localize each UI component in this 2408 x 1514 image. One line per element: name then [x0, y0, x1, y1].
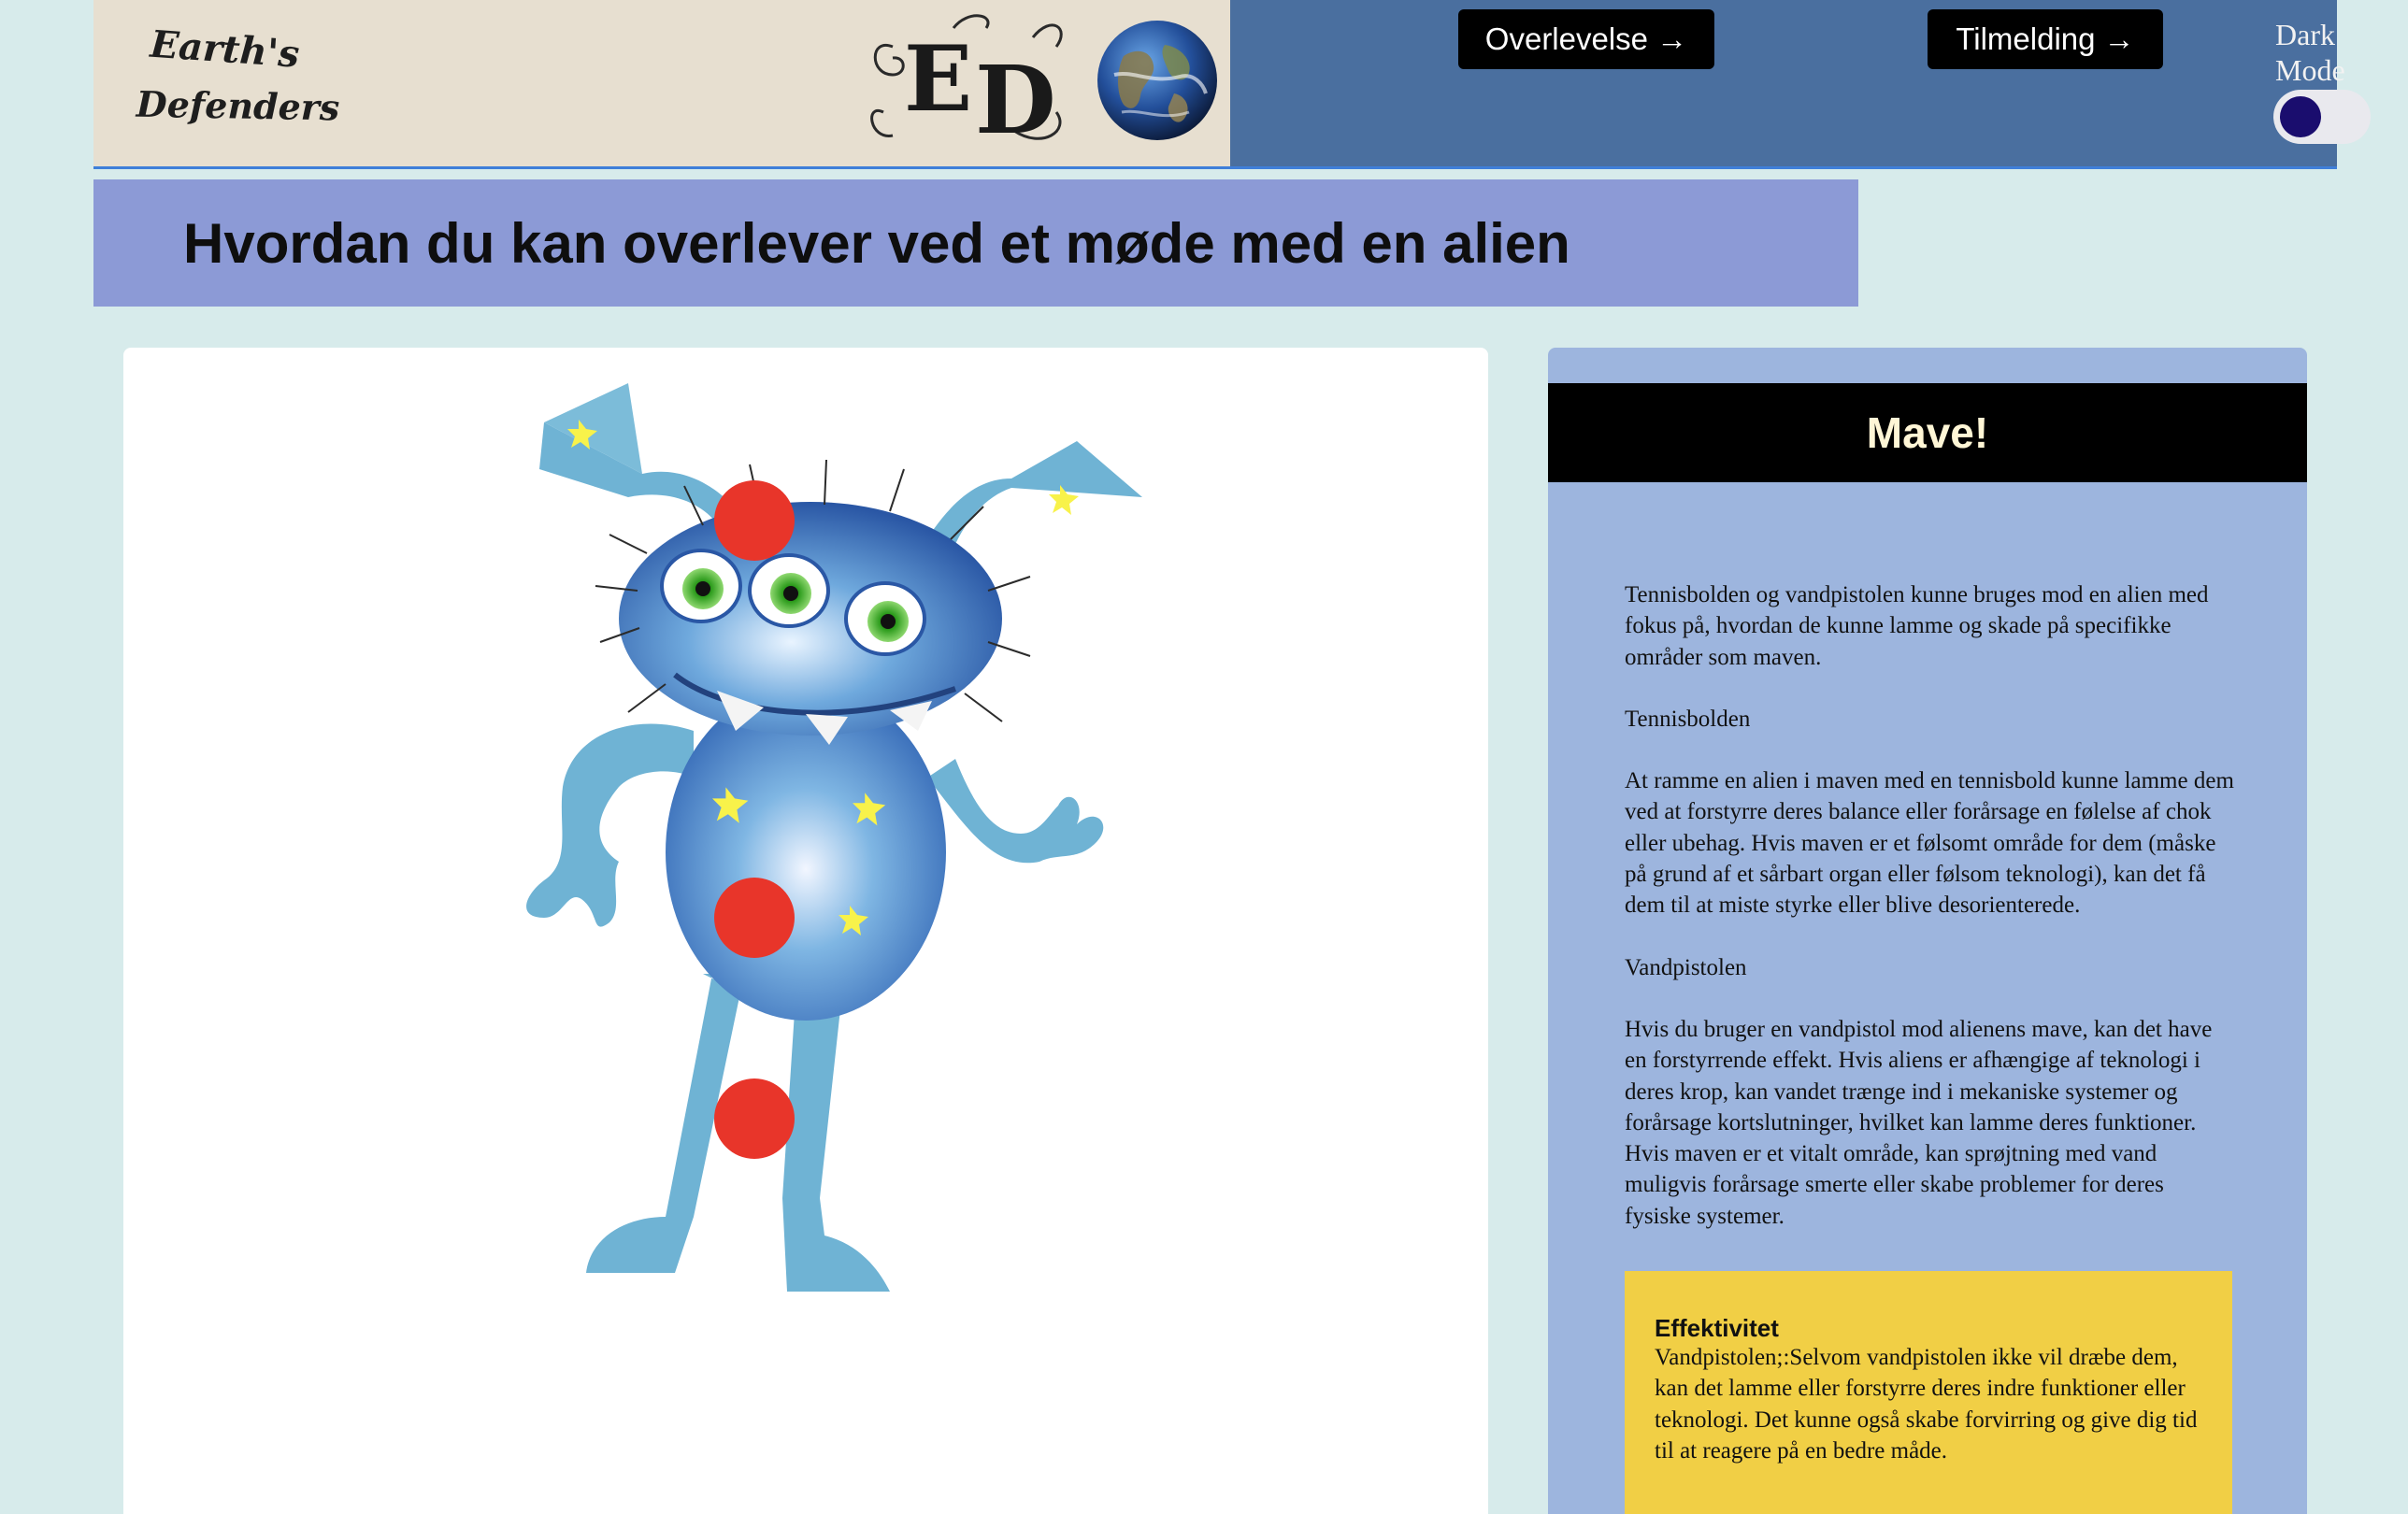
- signup-nav-button[interactable]: Tilmelding →: [1928, 9, 2163, 69]
- logo-area: Earth's Defenders E D: [93, 0, 1230, 166]
- tennisball-subheading: Tennisbolden: [1625, 706, 1751, 732]
- survival-nav-button[interactable]: Overlevelse →: [1458, 9, 1714, 69]
- site-header: Earth's Defenders E D Overlevelse → Tilm…: [93, 0, 2371, 169]
- dark-mode-toggle[interactable]: [2273, 90, 2371, 144]
- panel-heading: Mave!: [1866, 408, 1989, 457]
- waterpistol-subheading: Vandpistolen: [1625, 954, 1747, 980]
- head-target-marker: [714, 480, 795, 561]
- alien-illustration: [526, 383, 1142, 1292]
- waterpistol-paragraph: Hvis du bruger en vandpistol mod alienen…: [1625, 1016, 2213, 1229]
- dark-mode-label: Dark Mode: [2275, 18, 2345, 87]
- top-navigation: Overlevelse → Tilmelding → Dark Mode: [1230, 0, 2371, 166]
- panel-header: Mave!: [1548, 383, 2307, 482]
- svg-text:D: D: [975, 45, 1056, 155]
- earth-globe-icon: [1097, 21, 1217, 140]
- logo-line-2: Defenders: [136, 82, 340, 129]
- site-logo[interactable]: Earth's Defenders: [133, 21, 364, 163]
- effectiveness-text: Vandpistolen;:Selvom vandpistolen ikke v…: [1655, 1345, 2198, 1464]
- toggle-knob: [2280, 96, 2321, 137]
- intro-paragraph: Tennisbolden og vandpistolen kunne bruge…: [1625, 582, 2209, 670]
- alien-image-card: [123, 348, 1488, 1514]
- info-panel: Mave! Tennisbolden og vandpistolen kunne…: [1548, 348, 2307, 1514]
- svg-text:E: E: [904, 26, 972, 132]
- stomach-target-marker: [714, 878, 795, 958]
- tennisball-paragraph: At ramme en alien i maven med en tennisb…: [1625, 768, 2234, 919]
- effectiveness-title: Effektivitet: [1655, 1314, 1779, 1342]
- page-title-banner: Hvordan du kan overlever ved et møde med…: [93, 179, 1858, 307]
- ed-monogram-logo: E D: [870, 14, 1063, 155]
- effectiveness-box: Effektivitet Vandpistolen;:Selvom vandpi…: [1625, 1271, 2232, 1514]
- panel-body: Tennisbolden og vandpistolen kunne bruge…: [1625, 579, 2234, 1263]
- page-title: Hvordan du kan overlever ved et møde med…: [183, 212, 1570, 275]
- logo-line-1: Earth's: [149, 21, 301, 77]
- knee-target-marker: [714, 1078, 795, 1159]
